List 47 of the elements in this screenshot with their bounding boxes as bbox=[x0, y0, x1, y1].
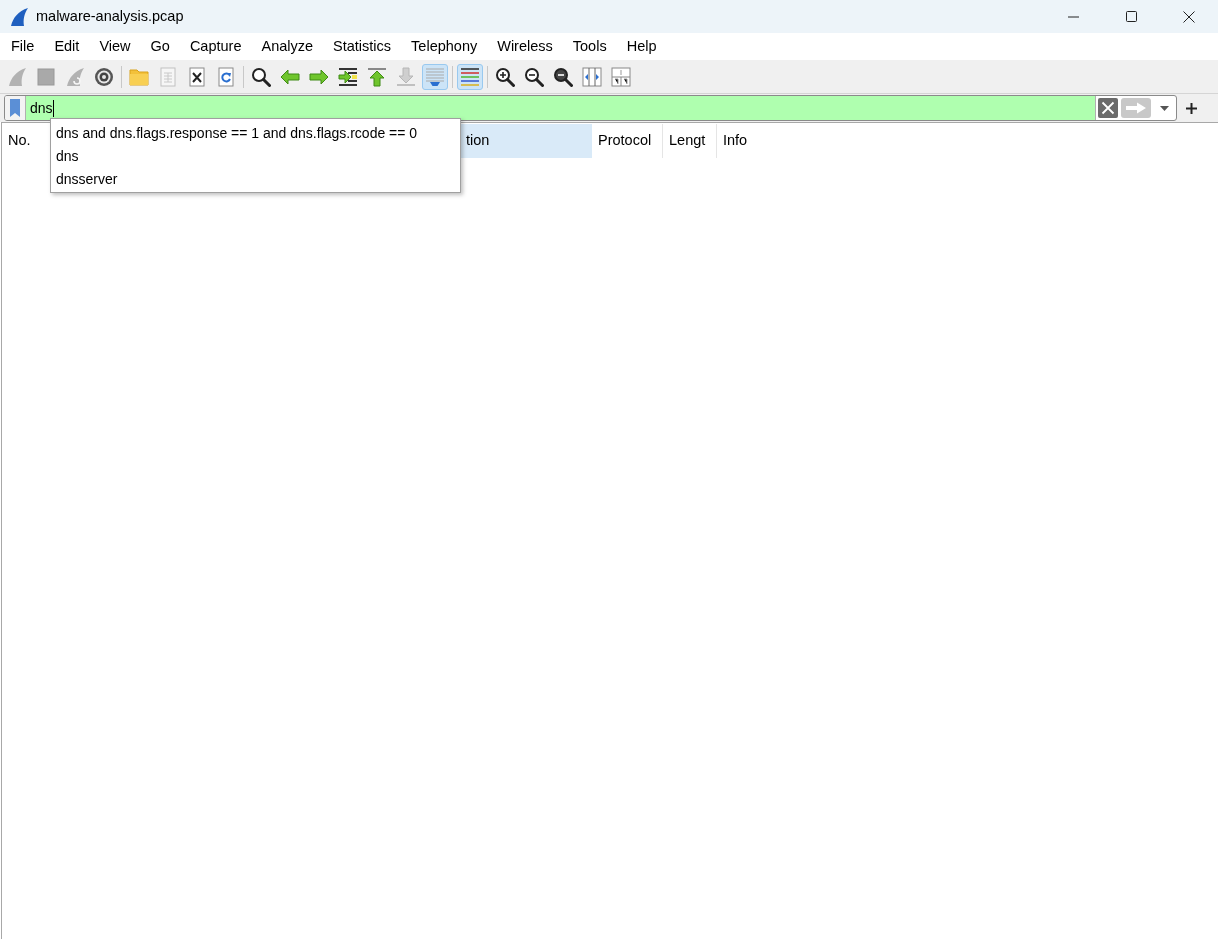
down-arrow-icon bbox=[396, 66, 416, 87]
menu-item[interactable]: Tools bbox=[562, 33, 617, 60]
stop-icon bbox=[36, 66, 56, 87]
colorize-button[interactable] bbox=[457, 63, 483, 90]
clear-filter-button[interactable] bbox=[1098, 98, 1118, 118]
normal-size-icon bbox=[553, 66, 573, 87]
menu-item[interactable]: View bbox=[89, 33, 141, 60]
display-filter-field[interactable]: dns bbox=[26, 96, 1095, 120]
completion-item[interactable]: dns bbox=[51, 145, 460, 168]
auto-scroll-icon bbox=[425, 66, 445, 87]
reload-document-icon bbox=[216, 66, 236, 87]
grid-layout-icon bbox=[611, 66, 631, 87]
bookmark-icon bbox=[9, 99, 21, 117]
auto-scroll-button[interactable] bbox=[422, 63, 448, 90]
search-icon bbox=[251, 66, 271, 87]
menu-item[interactable]: Statistics bbox=[323, 33, 402, 60]
go-to-line-icon bbox=[338, 66, 358, 87]
clear-icon bbox=[1098, 98, 1118, 118]
column-header[interactable]: tion bbox=[460, 124, 592, 158]
menu-item[interactable]: Go bbox=[140, 33, 180, 60]
zoom-out-icon bbox=[524, 66, 544, 87]
maximize-icon bbox=[1125, 11, 1137, 22]
menu-item[interactable]: Help bbox=[616, 33, 667, 60]
menu-item[interactable]: File bbox=[1, 33, 45, 60]
completion-item[interactable]: dns and dns.flags.response == 1 and dns.flags.rcode == 0 bbox=[51, 122, 460, 145]
menu-item[interactable]: Wireless bbox=[487, 33, 563, 60]
menu-item[interactable]: Telephony bbox=[401, 33, 488, 60]
shark-fin-icon bbox=[9, 6, 29, 27]
restart-icon bbox=[65, 66, 85, 87]
window-title: malware-analysis.pcap bbox=[36, 6, 184, 26]
columns-icon bbox=[582, 66, 602, 87]
plus-icon bbox=[1185, 102, 1197, 114]
settings-icon bbox=[94, 66, 114, 87]
menu-item[interactable]: Edit bbox=[44, 33, 90, 60]
close-document-icon bbox=[187, 66, 207, 87]
document-icon bbox=[158, 66, 178, 87]
colored-lines-icon bbox=[460, 66, 480, 87]
up-arrow-icon bbox=[367, 66, 387, 87]
caret-icon bbox=[1159, 105, 1169, 111]
close-icon bbox=[1183, 10, 1195, 23]
bookmark-button[interactable] bbox=[5, 96, 26, 120]
zoom-in-icon bbox=[495, 66, 515, 87]
folder-icon bbox=[129, 66, 149, 87]
menu-item[interactable]: Capture bbox=[179, 33, 252, 60]
menu-item[interactable]: Analyze bbox=[251, 33, 324, 60]
shark-fin-icon bbox=[7, 66, 27, 87]
completion-item[interactable]: dnsserver bbox=[51, 168, 460, 191]
